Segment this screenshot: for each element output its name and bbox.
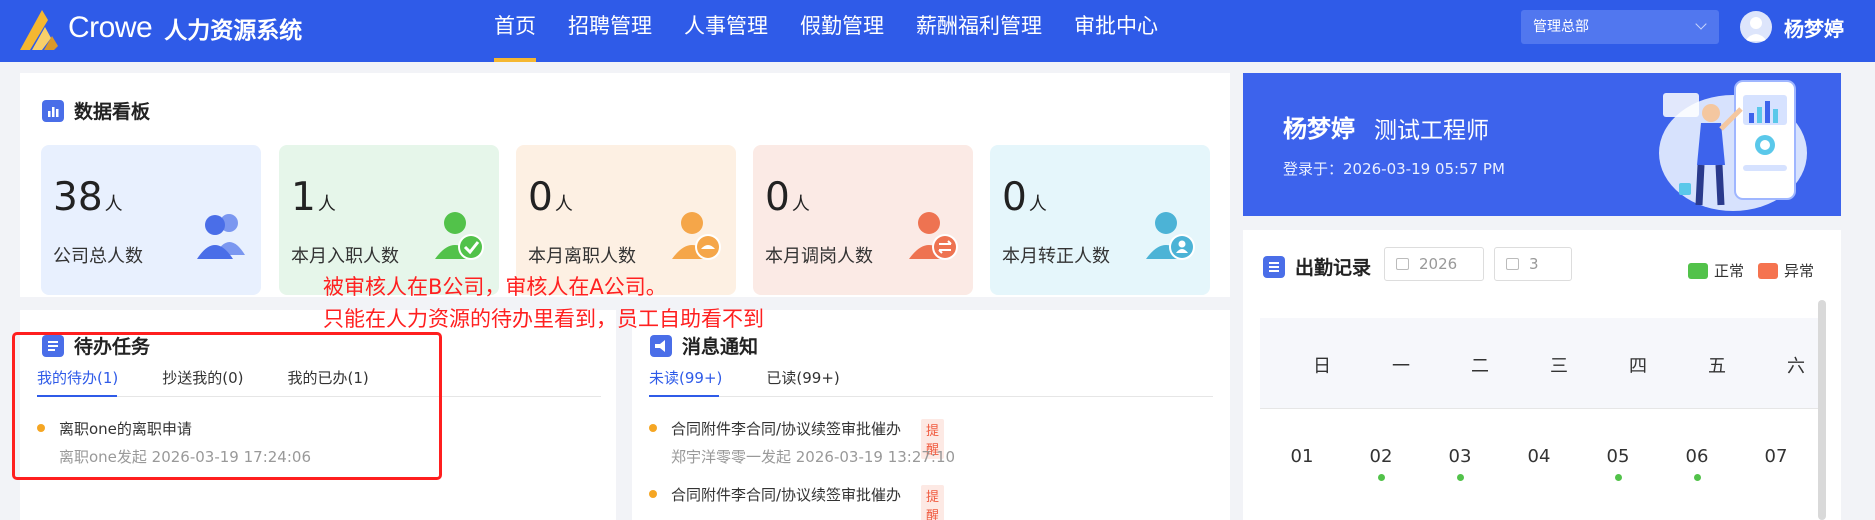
- calendar-icon: [1396, 258, 1409, 270]
- attendance-normal-dot: [1457, 474, 1464, 481]
- welcome-banner: 杨梦婷 测试工程师 登录于：2026-03-19 05:57 PM: [1243, 73, 1841, 216]
- nav-recruitment[interactable]: 招聘管理: [568, 0, 652, 62]
- login-time: 登录于：2026-03-19 05:57 PM: [1283, 160, 1505, 178]
- user-check-icon: [431, 207, 487, 263]
- dashboard-title: 数据看板: [42, 97, 150, 124]
- status-dot: [649, 424, 657, 432]
- attendance-normal-dot: [1378, 474, 1385, 481]
- messages-title: 消息通知: [650, 332, 758, 359]
- reminder-badge: 提醒: [921, 485, 945, 520]
- user-name: 杨梦婷: [1784, 16, 1844, 41]
- weekday-header: 日 一 二 三 四 五 六: [1260, 318, 1823, 408]
- calendar-day[interactable]: 01: [1282, 446, 1322, 467]
- logo[interactable]: Crowe 人力资源系统: [18, 6, 302, 50]
- banner-user-name: 杨梦婷: [1283, 115, 1355, 143]
- stat-card-total[interactable]: 38 人 公司总人数: [41, 145, 261, 295]
- stat-label: 本月入职人数: [291, 246, 399, 267]
- annotation-highlight-box: [12, 332, 442, 480]
- calendar-scrollbar[interactable]: [1818, 300, 1826, 520]
- item-title: 合同附件李合同/协议续签审批催办: [671, 486, 902, 504]
- weekday-label: 三: [1550, 356, 1568, 377]
- stat-label: 本月离职人数: [528, 246, 636, 267]
- legend-swatch: [1688, 262, 1708, 279]
- calendar-day[interactable]: 07: [1756, 446, 1796, 467]
- annotation-line-1: 被审核人在B公司，审核人在A公司。: [323, 275, 667, 299]
- stat-value: 1: [291, 175, 316, 220]
- tab-read[interactable]: 已读(99+): [766, 367, 839, 398]
- org-select[interactable]: 管理总部: [1521, 10, 1719, 44]
- item-title: 合同附件李合同/协议续签审批催办: [671, 420, 902, 438]
- attendance-title: 出勤记录: [1263, 253, 1371, 280]
- stat-value: 0: [528, 175, 553, 220]
- system-name: 人力资源系统: [164, 18, 303, 44]
- users-icon: [193, 207, 249, 263]
- calendar-divider: [1260, 408, 1823, 409]
- nav-compensation[interactable]: 薪酬福利管理: [916, 0, 1042, 62]
- weekday-label: 日: [1313, 356, 1331, 377]
- weekday-label: 六: [1787, 356, 1805, 377]
- messages-tabs: 未读(99+) 已读(99+): [649, 367, 884, 398]
- calendar-icon: [1506, 258, 1519, 270]
- weekday-label: 一: [1392, 356, 1410, 377]
- top-header: Crowe 人力资源系统 首页 招聘管理 人事管理 假勤管理 薪酬福利管理 审批…: [0, 0, 1875, 62]
- calendar-day[interactable]: 06: [1677, 446, 1717, 467]
- legend-abnormal: 异常: [1758, 260, 1814, 281]
- nav-personnel[interactable]: 人事管理: [684, 0, 768, 62]
- stat-card-transfer[interactable]: 0人 本月调岗人数: [753, 145, 973, 295]
- banner-user-role: 测试工程师: [1374, 118, 1489, 144]
- org-select-value: 管理总部: [1533, 19, 1589, 35]
- avatar-icon: [1740, 11, 1772, 43]
- calendar-day[interactable]: 03: [1440, 446, 1480, 467]
- status-dot: [649, 490, 657, 498]
- stat-card-regular[interactable]: 0人 本月转正人数: [990, 145, 1210, 295]
- stat-label: 本月转正人数: [1002, 246, 1110, 267]
- legend-swatch: [1758, 262, 1778, 279]
- stat-value: 0: [1002, 175, 1027, 220]
- stat-label: 公司总人数: [53, 246, 143, 267]
- user-transfer-icon: [905, 207, 961, 263]
- annotation-line-2: 只能在人力资源的待办里看到，员工自助看不到: [323, 307, 764, 331]
- tab-active-underline: [649, 395, 719, 397]
- user-menu[interactable]: 杨梦婷: [1740, 10, 1844, 44]
- nav-home[interactable]: 首页: [494, 0, 536, 62]
- stat-value: 0: [765, 175, 790, 220]
- crowe-logo-icon: [18, 6, 64, 50]
- attendance-normal-dot: [1615, 474, 1622, 481]
- weekday-label: 四: [1629, 356, 1647, 377]
- weekday-label: 五: [1708, 356, 1726, 377]
- megaphone-icon: [650, 334, 672, 357]
- stat-label: 本月调岗人数: [765, 246, 873, 267]
- bar-chart-icon: [42, 99, 64, 122]
- chevron-down-icon: [1695, 18, 1707, 30]
- calendar-day[interactable]: 05: [1598, 446, 1638, 467]
- year-picker[interactable]: 2026: [1384, 247, 1484, 281]
- calendar-day[interactable]: 04: [1519, 446, 1559, 467]
- user-leave-icon: [668, 207, 724, 263]
- dashboard-illustration-icon: [1659, 80, 1807, 211]
- item-meta: 郑宇洋零零一发起 2026-03-19 13:27:10: [671, 448, 956, 466]
- weekday-label: 二: [1471, 356, 1489, 377]
- tab-unread[interactable]: 未读(99+): [649, 367, 722, 398]
- month-picker[interactable]: 3: [1494, 247, 1572, 281]
- logo-word: Crowe: [68, 11, 153, 44]
- stat-value: 38: [53, 175, 103, 220]
- nav-leave-attendance[interactable]: 假勤管理: [800, 0, 884, 62]
- attendance-normal-dot: [1694, 474, 1701, 481]
- tab-divider: [649, 396, 1213, 397]
- legend-normal: 正常: [1688, 260, 1744, 281]
- attendance-icon: [1263, 255, 1285, 278]
- nav-approval-center[interactable]: 审批中心: [1074, 0, 1158, 62]
- calendar-day[interactable]: 02: [1361, 446, 1401, 467]
- user-regular-icon: [1142, 207, 1198, 263]
- main-nav: 首页 招聘管理 人事管理 假勤管理 薪酬福利管理 审批中心: [494, 0, 1190, 62]
